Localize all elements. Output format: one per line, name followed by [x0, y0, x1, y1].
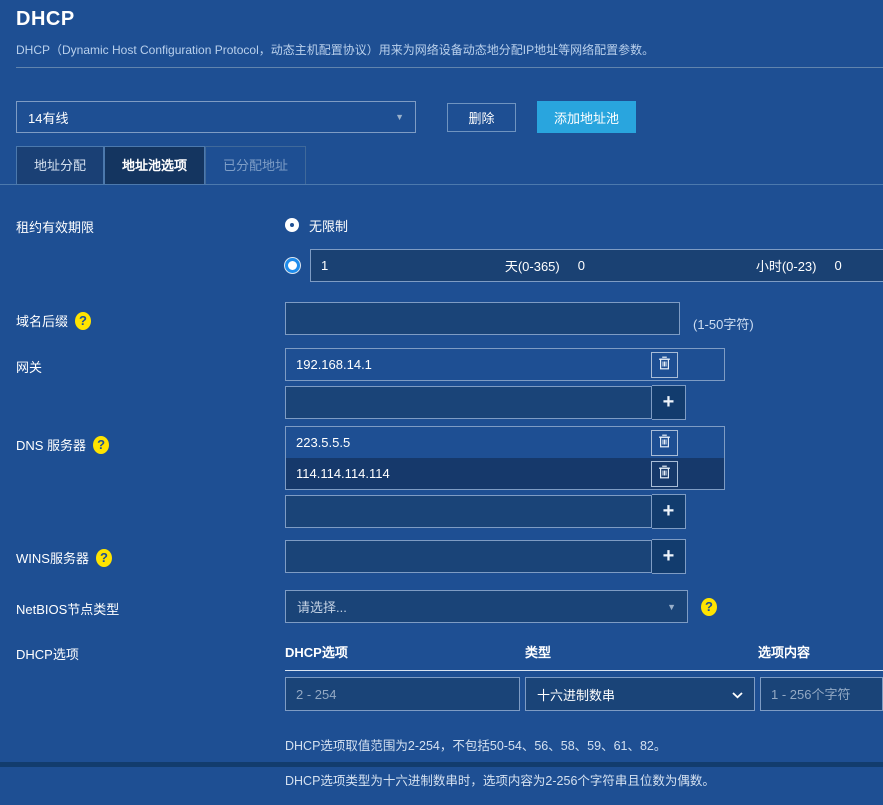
- plus-icon: +: [663, 500, 675, 523]
- dhcp-option-type-select[interactable]: 十六进制数串: [525, 677, 755, 711]
- gateway-entry: [286, 349, 724, 380]
- dns-row: DNS 服务器 ?: [16, 426, 883, 529]
- address-pool-select[interactable]: 14有线 ▼: [16, 101, 416, 133]
- page-subtitle: DHCP（Dynamic Host Configuration Protocol…: [16, 41, 867, 58]
- dhcp-option-note-2: DHCP选项类型为十六进制数串时，选项内容为2-256个字符串且位数为偶数。: [285, 770, 883, 789]
- lease-hours-segment: 小时(0-23): [568, 250, 825, 281]
- gateway-delete-button[interactable]: [651, 352, 678, 378]
- domain-suffix-row: 域名后缀 ? (1-50字符): [16, 302, 883, 335]
- lease-minutes-input[interactable]: [825, 258, 883, 273]
- unlimited-radio-label: 无限制: [309, 216, 348, 235]
- dhcp-option-content-input[interactable]: [760, 677, 883, 711]
- page-header: DHCP DHCP（Dynamic Host Configuration Pro…: [0, 0, 883, 58]
- column-header-type: 类型: [525, 642, 758, 661]
- custom-lease-radio[interactable]: [285, 258, 300, 273]
- dhcp-option-type-value: 十六进制数串: [537, 685, 615, 704]
- dhcp-option-input-row: 十六进制数串: [285, 677, 883, 711]
- wins-add-button[interactable]: +: [652, 539, 686, 574]
- dns-add-button[interactable]: +: [652, 494, 686, 529]
- lease-hours-unit: 小时(0-23): [756, 256, 825, 275]
- tab-bar: 地址分配 地址池选项 已分配地址: [0, 146, 883, 185]
- netbios-label: NetBIOS节点类型: [16, 590, 285, 618]
- dns-address-input-2[interactable]: [286, 466, 651, 481]
- gateway-add-line: +: [285, 385, 883, 420]
- netbios-help-icon[interactable]: ?: [701, 598, 717, 616]
- trash-icon: [658, 356, 671, 373]
- header-divider: [16, 67, 883, 68]
- dhcp-option-control: DHCP选项 类型 选项内容 十六进制数串 DHCP选项取值范围为2-254，: [285, 642, 883, 805]
- trash-icon: [658, 465, 671, 482]
- address-pool-selected-value: 14有线: [28, 108, 68, 127]
- unlimited-radio[interactable]: [285, 218, 299, 232]
- domain-suffix-label: 域名后缀 ?: [16, 302, 285, 330]
- gateway-row: 网关: [16, 348, 883, 420]
- dns-label: DNS 服务器 ?: [16, 426, 285, 454]
- lease-time-box: 天(0-365) 小时(0-23) 分(0-59) 秒(0-59): [310, 249, 883, 282]
- domain-suffix-help-icon[interactable]: ?: [75, 312, 91, 330]
- dropdown-arrow-icon: ▼: [667, 602, 676, 612]
- lease-minutes-segment: 分(0-59): [825, 250, 883, 281]
- dhcp-option-row: DHCP选项 DHCP选项 类型 选项内容 十六进制数串: [16, 642, 883, 805]
- lease-duration-row: 租约有效期限 无限制 天(0-365) 小时(0-23): [16, 215, 883, 282]
- dns-entry-1: [286, 427, 724, 458]
- dns-delete-button-2[interactable]: [651, 461, 678, 487]
- lease-unlimited-option: 无限制: [285, 217, 883, 233]
- page-title: DHCP: [16, 8, 867, 31]
- plus-icon: +: [663, 545, 675, 568]
- gateway-address-input[interactable]: [286, 357, 651, 372]
- tab-address-allocation[interactable]: 地址分配: [16, 146, 104, 184]
- lease-days-unit: 天(0-365): [505, 256, 568, 275]
- domain-suffix-hint: (1-50字符): [693, 305, 754, 333]
- lease-custom-option: 天(0-365) 小时(0-23) 分(0-59) 秒(0-59): [285, 249, 883, 282]
- dns-address-input-1[interactable]: [286, 435, 651, 450]
- column-header-content: 选项内容: [758, 642, 883, 661]
- netbios-control: 请选择... ▼ ?: [285, 590, 883, 623]
- lease-duration-control: 无限制 天(0-365) 小时(0-23) 分(0-59): [285, 215, 883, 282]
- bottom-bar: [0, 762, 883, 767]
- dhcp-option-note-1: DHCP选项取值范围为2-254，不包括50-54、56、58、59、61、82…: [285, 735, 883, 754]
- gateway-entry-box: [285, 348, 725, 381]
- lease-duration-label: 租约有效期限: [16, 215, 285, 236]
- lease-days-segment: 天(0-365): [311, 250, 568, 281]
- netbios-select-placeholder: 请选择...: [297, 597, 347, 616]
- dns-delete-button-1[interactable]: [651, 430, 678, 456]
- add-pool-button[interactable]: 添加地址池: [537, 101, 636, 133]
- tab-assigned-addresses[interactable]: 已分配地址: [205, 146, 306, 184]
- chevron-down-icon: [732, 687, 743, 702]
- delete-pool-button[interactable]: 删除: [447, 103, 516, 132]
- dropdown-arrow-icon: ▼: [395, 112, 404, 122]
- dhcp-option-table-header: DHCP选项 类型 选项内容: [285, 642, 883, 671]
- wins-new-input[interactable]: [285, 540, 652, 573]
- lease-hours-input[interactable]: [568, 258, 756, 273]
- dns-entry-box: [285, 426, 725, 490]
- pool-toolbar: 14有线 ▼ 删除 添加地址池: [16, 101, 867, 133]
- dns-help-icon[interactable]: ?: [93, 436, 109, 454]
- netbios-type-select[interactable]: 请选择... ▼: [285, 590, 688, 623]
- dns-entry-2: [286, 458, 724, 489]
- dns-control: +: [285, 426, 883, 529]
- tab-pool-options[interactable]: 地址池选项: [104, 146, 205, 184]
- lease-days-input[interactable]: [311, 258, 505, 273]
- plus-icon: +: [663, 391, 675, 414]
- dhcp-option-number-input[interactable]: [285, 677, 520, 711]
- domain-suffix-input[interactable]: [285, 302, 680, 335]
- wins-add-line: +: [285, 539, 883, 574]
- column-header-option: DHCP选项: [285, 642, 525, 661]
- wins-help-icon[interactable]: ?: [96, 549, 112, 567]
- dns-add-line: +: [285, 494, 883, 529]
- trash-icon: [658, 434, 671, 451]
- gateway-add-button[interactable]: +: [652, 385, 686, 420]
- dns-new-input[interactable]: [285, 495, 652, 528]
- pool-options-panel: 租约有效期限 无限制 天(0-365) 小时(0-23): [0, 185, 883, 805]
- gateway-label: 网关: [16, 348, 285, 376]
- wins-row: WINS服务器 ? +: [16, 539, 883, 574]
- netbios-row: NetBIOS节点类型 请选择... ▼ ?: [16, 590, 883, 623]
- domain-suffix-control: (1-50字符): [285, 302, 883, 335]
- dhcp-option-label: DHCP选项: [16, 642, 285, 663]
- wins-control: +: [285, 539, 883, 574]
- gateway-new-input[interactable]: [285, 386, 652, 419]
- gateway-control: +: [285, 348, 883, 420]
- wins-label: WINS服务器 ?: [16, 539, 285, 567]
